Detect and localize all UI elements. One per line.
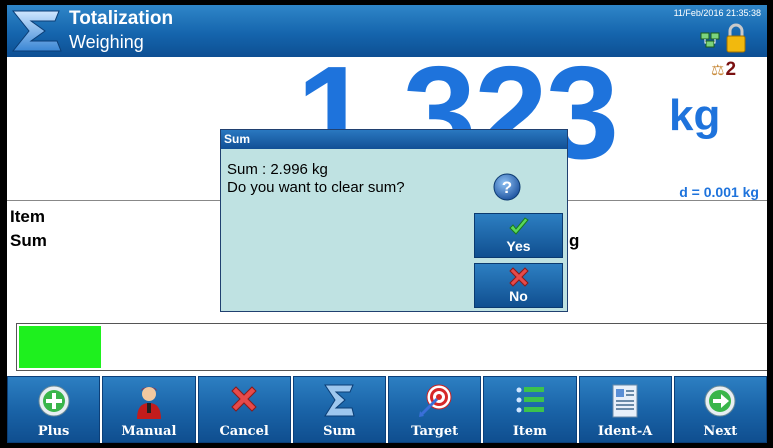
- manual-button[interactable]: Manual: [102, 376, 196, 443]
- ident-a-button-label: Ident-A: [597, 424, 653, 439]
- question-icon: ?: [493, 173, 521, 201]
- weight-unit: kg: [669, 91, 721, 140]
- scale-icon: ⚖: [711, 62, 725, 79]
- softkey-bar: Plus Manual Cancel Sum Target Item Ident…: [7, 376, 767, 443]
- scale-indicator: ⚖ 2: [711, 59, 736, 81]
- ident-a-button[interactable]: Ident-A: [578, 376, 672, 443]
- sum-label: Sum: [10, 231, 47, 250]
- progress-bar: [16, 323, 767, 371]
- page-title: Totalization: [69, 8, 174, 29]
- terminal-frame: Totalization Weighing 11/Feb/2016 21:35:…: [0, 0, 773, 448]
- svg-text:?: ?: [502, 178, 512, 197]
- dialog-title: Sum: [224, 132, 251, 146]
- progress-fill: [19, 326, 101, 368]
- manual-button-label: Manual: [121, 424, 177, 439]
- item-button-label: Item: [512, 424, 547, 439]
- no-button-label: No: [509, 288, 528, 304]
- cancel-button[interactable]: Cancel: [197, 376, 291, 443]
- document-icon: [612, 384, 638, 418]
- plus-icon: [38, 385, 70, 417]
- datetime-display: 11/Feb/2016 21:35:38: [673, 8, 761, 18]
- next-button[interactable]: Next: [673, 376, 767, 443]
- target-button[interactable]: Target: [388, 376, 482, 443]
- dialog-titlebar: Sum: [221, 130, 567, 149]
- item-button[interactable]: Item: [483, 376, 577, 443]
- item-label: Item: [10, 207, 45, 226]
- lock-icon: [726, 23, 746, 53]
- dialog-sum-text: Sum : 2.996 kg: [227, 161, 328, 178]
- cancel-button-label: Cancel: [219, 424, 269, 439]
- list-icon: [516, 387, 544, 413]
- no-button[interactable]: No: [474, 263, 563, 308]
- target-icon: [418, 384, 452, 417]
- terminal-screen: Totalization Weighing 11/Feb/2016 21:35:…: [7, 5, 767, 443]
- plus-button[interactable]: Plus: [7, 376, 101, 443]
- operator-icon: [136, 387, 161, 419]
- sum-button-label: Sum: [323, 424, 356, 439]
- next-button-label: Next: [703, 424, 738, 439]
- page-subtitle: Weighing: [69, 32, 144, 52]
- sum-unit-tail: g: [569, 231, 580, 250]
- plus-button-label: Plus: [37, 424, 70, 439]
- close-icon: [508, 267, 529, 287]
- division-label: d = 0.001 kg: [679, 184, 759, 200]
- scale-number: 2: [725, 59, 737, 80]
- sum-dialog: Sum Sum : 2.996 kg Do you want to clear …: [220, 129, 568, 312]
- dialog-question-text: Do you want to clear sum?: [227, 179, 405, 196]
- checkmark-icon: [508, 217, 529, 235]
- sigma-icon: [11, 10, 62, 52]
- arrow-right-icon: [704, 385, 736, 417]
- sigma-icon: [324, 384, 356, 417]
- yes-button[interactable]: Yes: [474, 213, 563, 258]
- sum-button[interactable]: Sum: [292, 376, 386, 443]
- target-button-label: Target: [411, 424, 459, 439]
- cancel-x-icon: [231, 386, 257, 412]
- yes-button-label: Yes: [506, 238, 531, 254]
- network-icon: [700, 32, 720, 48]
